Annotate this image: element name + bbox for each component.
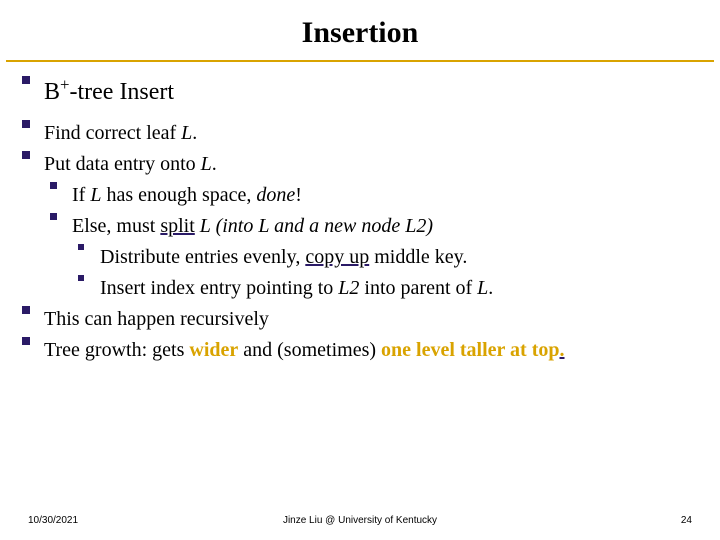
var-L: L [201,153,212,175]
slide-body: B+-tree Insert Find correct leaf L. Put … [0,76,720,364]
item-distribute: Distribute entries evenly, copy up middl… [22,244,698,271]
slide-title: Insertion [0,0,720,60]
text: Tree growth: gets wider and (sometimes) … [44,337,698,364]
footer-date: 10/30/2021 [28,515,78,526]
bullet-icon [78,244,100,252]
done: done [256,184,295,206]
item-else-split: Else, must split L (into L and a new nod… [22,213,698,240]
bullet-icon [22,120,44,130]
text: Find correct leaf L. [44,120,698,147]
text: Else, must split L (into L and a new nod… [72,213,698,240]
var-L: L [258,215,269,237]
t: (into [211,215,259,237]
copy-up: copy up [305,246,369,268]
t: . [192,122,197,144]
text: Insert index entry pointing to L2 into p… [100,275,698,302]
var-L: L [90,184,101,206]
title-divider [6,60,714,62]
slide: Insertion B+-tree Insert Find correct le… [0,0,720,540]
t: Insert index entry pointing to [100,277,338,299]
item-if-space: If L has enough space, done! [22,182,698,209]
text: If L has enough space, done! [72,182,698,209]
wider: wider [189,339,238,361]
t: ) [426,215,433,237]
t: Tree growth: gets [44,339,189,361]
heading-text: B+-tree Insert [44,76,698,108]
text: This can happen recursively [44,306,698,333]
t: Else, must [72,215,160,237]
t: . [488,277,493,299]
t: . [212,153,217,175]
t: ! [295,184,302,206]
bullet-icon [22,337,44,347]
t: Distribute entries evenly, [100,246,305,268]
bullet-icon [22,76,44,86]
bullet-icon [22,151,44,161]
heading-b: B [44,79,60,105]
t: has enough space, [101,184,256,206]
text: Distribute entries evenly, copy up middl… [100,244,698,271]
split-word: split [160,215,194,237]
heading-rest: -tree Insert [69,79,174,105]
t: middle key. [369,246,467,268]
item-recursive: This can happen recursively [22,306,698,333]
bullet-icon [50,213,72,221]
t: into parent of [359,277,477,299]
t: Find correct leaf [44,122,181,144]
t: Put data entry onto [44,153,201,175]
var-L: L [200,215,211,237]
t: and (sometimes) [238,339,381,361]
bullet-icon [50,182,72,190]
num2: 2 [349,277,359,299]
t: If [72,184,90,206]
var-L: L [338,277,349,299]
item-insert-index: Insert index entry pointing to L2 into p… [22,275,698,302]
footer-attribution: Jinze Liu @ University of Kentucky [0,515,720,526]
item-put-entry: Put data entry onto L. [22,151,698,178]
trailing-dot: . [560,339,565,361]
var-L: L [405,215,416,237]
text: Put data entry onto L. [44,151,698,178]
slide-footer: 10/30/2021 Jinze Liu @ University of Ken… [0,515,720,526]
item-growth: Tree growth: gets wider and (sometimes) … [22,337,698,364]
t: and a new node [269,215,405,237]
var-L: L [477,277,488,299]
taller: one level taller at top [381,339,559,361]
var-L: L [181,122,192,144]
item-find-leaf: Find correct leaf L. [22,120,698,147]
footer-page-number: 24 [681,515,692,526]
num2: 2 [416,215,426,237]
bullet-icon [22,306,44,316]
heading-row: B+-tree Insert [22,76,698,108]
bullet-icon [78,275,100,283]
